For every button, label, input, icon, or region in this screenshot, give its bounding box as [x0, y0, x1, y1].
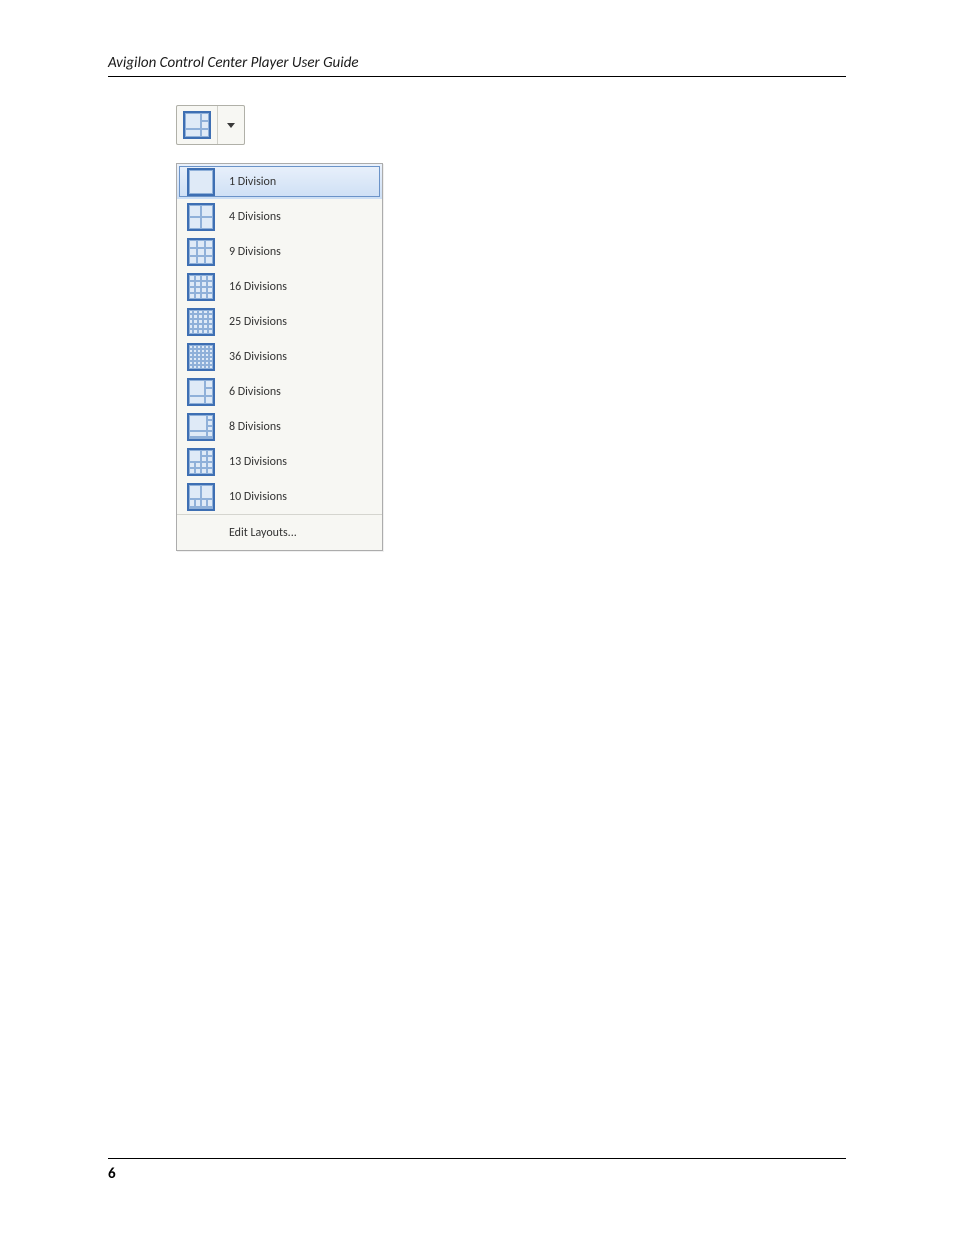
layout-dropdown-toggle[interactable]: [218, 106, 243, 144]
layout-button-icon-slot[interactable]: [177, 106, 218, 144]
menu-item-8-divisions[interactable]: 8 Divisions: [177, 409, 382, 444]
layout-9-icon: [187, 238, 215, 266]
page-number: 6: [108, 1165, 116, 1183]
layout-25-icon: [187, 308, 215, 336]
layout-6-icon: [183, 111, 211, 139]
document-page: Avigilon Control Center Player User Guid…: [0, 0, 954, 1235]
layout-8-icon: [187, 413, 215, 441]
menu-label: 6 Divisions: [221, 385, 281, 399]
menu-item-6-divisions[interactable]: 6 Divisions: [177, 374, 382, 409]
layout-1-icon: [187, 168, 215, 196]
layout-4-icon: [187, 203, 215, 231]
layout-dropdown-menu: 1 Division 4 Divisions: [176, 163, 383, 551]
layout-6-icon: [187, 378, 215, 406]
running-header: Avigilon Control Center Player User Guid…: [108, 54, 846, 77]
page-footer: 6: [108, 1158, 846, 1183]
menu-item-4-divisions[interactable]: 4 Divisions: [177, 199, 382, 234]
menu-label: 13 Divisions: [221, 455, 287, 469]
figure-layout-dropdown: 1 Division 4 Divisions: [176, 105, 384, 551]
layout-split-button[interactable]: [176, 105, 245, 145]
menu-label: 4 Divisions: [221, 210, 281, 224]
header-title: Avigilon Control Center Player User Guid…: [108, 54, 359, 72]
layout-36-icon: [187, 343, 215, 371]
layout-13-icon: [187, 448, 215, 476]
menu-label: 16 Divisions: [221, 280, 287, 294]
menu-item-36-divisions[interactable]: 36 Divisions: [177, 339, 382, 374]
menu-item-10-divisions[interactable]: 10 Divisions: [177, 479, 382, 514]
layout-16-icon: [187, 273, 215, 301]
menu-label: 8 Divisions: [221, 420, 281, 434]
menu-label: 9 Divisions: [221, 245, 281, 259]
menu-item-13-divisions[interactable]: 13 Divisions: [177, 444, 382, 479]
menu-label: 1 Division: [221, 175, 276, 189]
layout-10-icon: [187, 483, 215, 511]
menu-item-edit-layouts[interactable]: Edit Layouts...: [177, 514, 382, 550]
menu-item-9-divisions[interactable]: 9 Divisions: [177, 234, 382, 269]
menu-label: Edit Layouts...: [221, 526, 297, 540]
menu-item-25-divisions[interactable]: 25 Divisions: [177, 304, 382, 339]
menu-item-1-division[interactable]: 1 Division: [177, 164, 382, 199]
menu-label: 36 Divisions: [221, 350, 287, 364]
chevron-down-icon: [227, 123, 235, 128]
menu-label: 25 Divisions: [221, 315, 287, 329]
menu-item-16-divisions[interactable]: 16 Divisions: [177, 269, 382, 304]
menu-label: 10 Divisions: [221, 490, 287, 504]
